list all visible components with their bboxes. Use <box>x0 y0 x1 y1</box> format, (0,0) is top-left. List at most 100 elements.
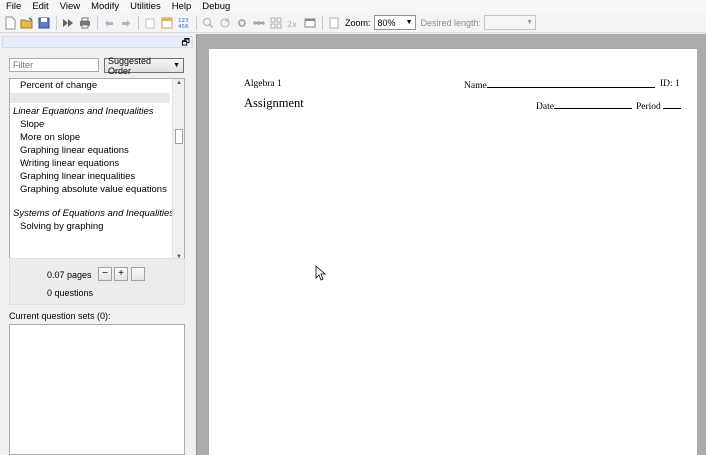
double-button[interactable]: 2x <box>285 15 301 31</box>
list-item[interactable]: Graphing linear inequalities <box>10 171 170 183</box>
redo-icon <box>122 19 130 27</box>
fast-forward-icon <box>63 18 73 27</box>
toolbar-separator <box>97 15 98 30</box>
increase-button[interactable]: + <box>114 267 128 281</box>
toolbar-separator <box>322 15 323 30</box>
toolbar-separator <box>196 15 197 30</box>
infinity-button[interactable] <box>251 15 267 31</box>
numbers-button[interactable]: 123 456 <box>176 15 192 31</box>
panel-header: 🗗 <box>2 36 193 48</box>
name-line <box>486 79 655 88</box>
mouse-cursor-icon <box>315 265 327 281</box>
menu-utilities[interactable]: Utilities <box>124 0 166 13</box>
refresh-button[interactable] <box>217 15 233 31</box>
print-button[interactable] <box>77 15 93 31</box>
pages-count: 0.07 pages <box>47 270 92 280</box>
list-item[interactable]: Slope <box>10 119 170 131</box>
double-icon: 2x <box>287 20 297 29</box>
list-item[interactable]: Percent of change <box>10 80 170 92</box>
menu-modify[interactable]: Modify <box>85 0 124 13</box>
menu-file[interactable]: File <box>0 0 26 13</box>
grid-button[interactable] <box>268 15 284 31</box>
copy-button[interactable] <box>142 15 158 31</box>
blank-button[interactable] <box>131 267 145 281</box>
list-item-selected[interactable] <box>10 93 170 103</box>
open-folder-button[interactable] <box>19 15 35 31</box>
list-item[interactable]: Graphing absolute value equations <box>10 184 170 196</box>
left-panel: 🗗 Suggested Order ▼ Percent of change Li… <box>0 34 196 455</box>
infinity-icon <box>253 20 265 25</box>
list-item[interactable]: Writing linear equations <box>10 158 170 170</box>
list-item[interactable]: Graphing linear equations <box>10 145 170 157</box>
save-button[interactable] <box>36 15 52 31</box>
questions-count: 0 questions <box>47 288 94 298</box>
open-folder-icon <box>20 16 33 28</box>
new-file-button[interactable] <box>2 15 18 31</box>
toolbar-separator <box>56 15 57 30</box>
search-icon <box>203 17 214 28</box>
question-sets-list[interactable] <box>9 324 185 455</box>
new-file-icon <box>5 16 16 29</box>
period-label: Period <box>636 102 661 112</box>
period-line <box>662 100 681 109</box>
menu-help[interactable]: Help <box>166 0 197 13</box>
current-sets-label: Current question sets (0): <box>9 311 111 321</box>
menu-bar: File Edit View Modify Utilities Help Deb… <box>0 0 706 13</box>
filter-input[interactable] <box>9 58 99 72</box>
chevron-down-icon: ▼ <box>526 19 534 26</box>
chevron-down-icon: ▼ <box>173 62 180 69</box>
stats-box: 0.07 pages − + 0 questions <box>9 258 185 305</box>
decrease-button[interactable]: − <box>98 267 112 281</box>
page-icon <box>329 17 339 28</box>
chevron-down-icon: ▼ <box>405 19 413 26</box>
date-label: Date <box>536 102 554 112</box>
menu-edit[interactable]: Edit <box>26 0 53 13</box>
course-name: Algebra 1 <box>244 79 282 89</box>
grid-icon <box>270 17 282 28</box>
gear-icon <box>238 18 246 27</box>
name-label: Name <box>464 81 487 91</box>
list-item[interactable]: Solving by graphing <box>10 221 170 233</box>
page-button[interactable] <box>326 15 342 31</box>
toolbar: 123 456 2x Zoom: 80% ▼ Desired length: ▼ <box>0 13 706 33</box>
toolbar-separator <box>138 15 139 30</box>
printer-icon <box>80 17 90 28</box>
zoom-label: Zoom: <box>345 17 371 28</box>
list-section-header: Linear Equations and Inequalities <box>13 106 154 117</box>
copy-icon <box>145 18 155 28</box>
svg-text:456: 456 <box>178 24 189 30</box>
desired-length-select[interactable]: ▼ <box>484 15 537 30</box>
restore-icon[interactable]: 🗗 <box>182 37 190 47</box>
vertical-scrollbar[interactable]: ▲ ▼ <box>172 79 184 261</box>
desired-length-label: Desired length: <box>420 17 482 28</box>
list-item[interactable]: More on slope <box>10 132 170 144</box>
window-button[interactable] <box>302 15 318 31</box>
scroll-up-icon[interactable]: ▲ <box>173 80 184 86</box>
numbers-icon: 123456 <box>178 18 189 30</box>
document-title: Assignment <box>244 96 304 110</box>
search-button[interactable] <box>200 15 216 31</box>
settings-button[interactable] <box>234 15 250 31</box>
save-icon <box>38 17 50 28</box>
date-line <box>553 100 632 109</box>
window-icon <box>304 18 316 27</box>
layout-button[interactable] <box>159 15 175 31</box>
redo-button[interactable] <box>118 15 134 31</box>
svg-text:2x: 2x <box>287 20 297 29</box>
order-select[interactable]: Suggested Order ▼ <box>104 55 184 76</box>
period-field: Period <box>636 100 681 112</box>
menu-debug[interactable]: Debug <box>196 0 235 13</box>
undo-button[interactable] <box>101 15 117 31</box>
order-select-value: Suggested Order <box>108 55 152 76</box>
topic-list[interactable]: Percent of change Linear Equations and I… <box>9 78 185 274</box>
layout-icon <box>161 17 173 28</box>
undo-icon <box>105 19 113 27</box>
scroll-thumb[interactable] <box>175 129 183 144</box>
document-page[interactable]: Algebra 1 Assignment Name ID: 1 Date Per… <box>209 49 697 455</box>
list-section-header: Systems of Equations and Inequalities <box>13 208 175 219</box>
zoom-select[interactable]: 80% ▼ <box>373 15 416 30</box>
date-field: Date <box>536 100 632 112</box>
document-area: Algebra 1 Assignment Name ID: 1 Date Per… <box>196 34 706 455</box>
menu-view[interactable]: View <box>54 0 85 13</box>
fast-forward-button[interactable] <box>60 15 76 31</box>
